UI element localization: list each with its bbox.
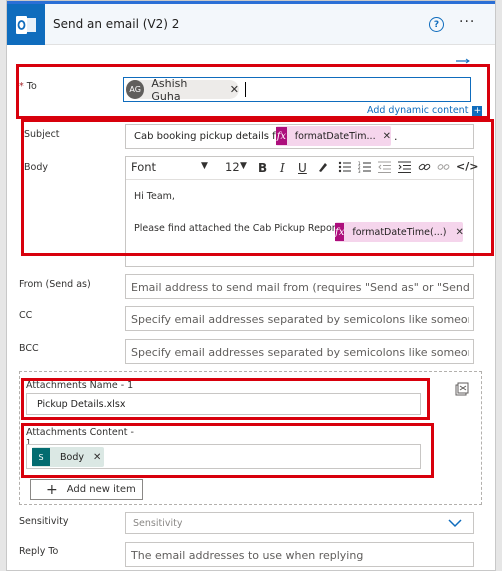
add-new-item-label: Add new item <box>66 484 136 495</box>
sensitivity-label: Sensitivity <box>19 516 69 527</box>
card-header[interactable]: Send an email (V2) 2 ? ··· <box>7 1 495 45</box>
highlight-box-attachment-content <box>21 423 434 478</box>
add-new-item-button[interactable]: + Add new item <box>30 479 143 500</box>
highlight-box-attachment-name <box>21 378 430 420</box>
bcc-label: BCC <box>19 343 39 354</box>
help-icon[interactable]: ? <box>429 17 444 32</box>
more-options-icon[interactable]: ··· <box>459 14 475 30</box>
from-label: From (Send as) <box>19 279 91 290</box>
cc-input[interactable]: Specify email addresses separated by sem… <box>125 306 474 331</box>
bcc-placeholder: Specify email addresses separated by sem… <box>131 346 469 359</box>
reply-to-label: Reply To <box>19 546 59 557</box>
card-title: Send an email (V2) 2 <box>53 17 180 31</box>
sensitivity-placeholder: Sensitivity <box>133 518 183 529</box>
reply-to-input[interactable]: The email addresses to use when replying <box>125 542 474 567</box>
highlight-box-subject-body <box>21 119 494 256</box>
bcc-input[interactable]: Specify email addresses separated by sem… <box>125 339 474 364</box>
cc-label: CC <box>19 310 33 321</box>
outlook-icon <box>7 4 45 45</box>
from-placeholder: Email address to send mail from (require… <box>131 281 469 294</box>
plus-icon: + <box>46 481 58 498</box>
collapse-arrow-icon[interactable] <box>456 54 470 64</box>
from-input[interactable]: Email address to send mail from (require… <box>125 274 474 299</box>
action-card: Send an email (V2) 2 ? ··· * To AG Ashis… <box>6 0 496 571</box>
sensitivity-select[interactable]: Sensitivity <box>125 512 474 534</box>
highlight-box-to <box>16 64 490 119</box>
reply-to-placeholder: The email addresses to use when replying <box>131 549 364 562</box>
chevron-down-icon <box>448 518 462 531</box>
cc-placeholder: Specify email addresses separated by sem… <box>131 313 469 326</box>
remove-attachment-icon[interactable] <box>455 382 469 399</box>
